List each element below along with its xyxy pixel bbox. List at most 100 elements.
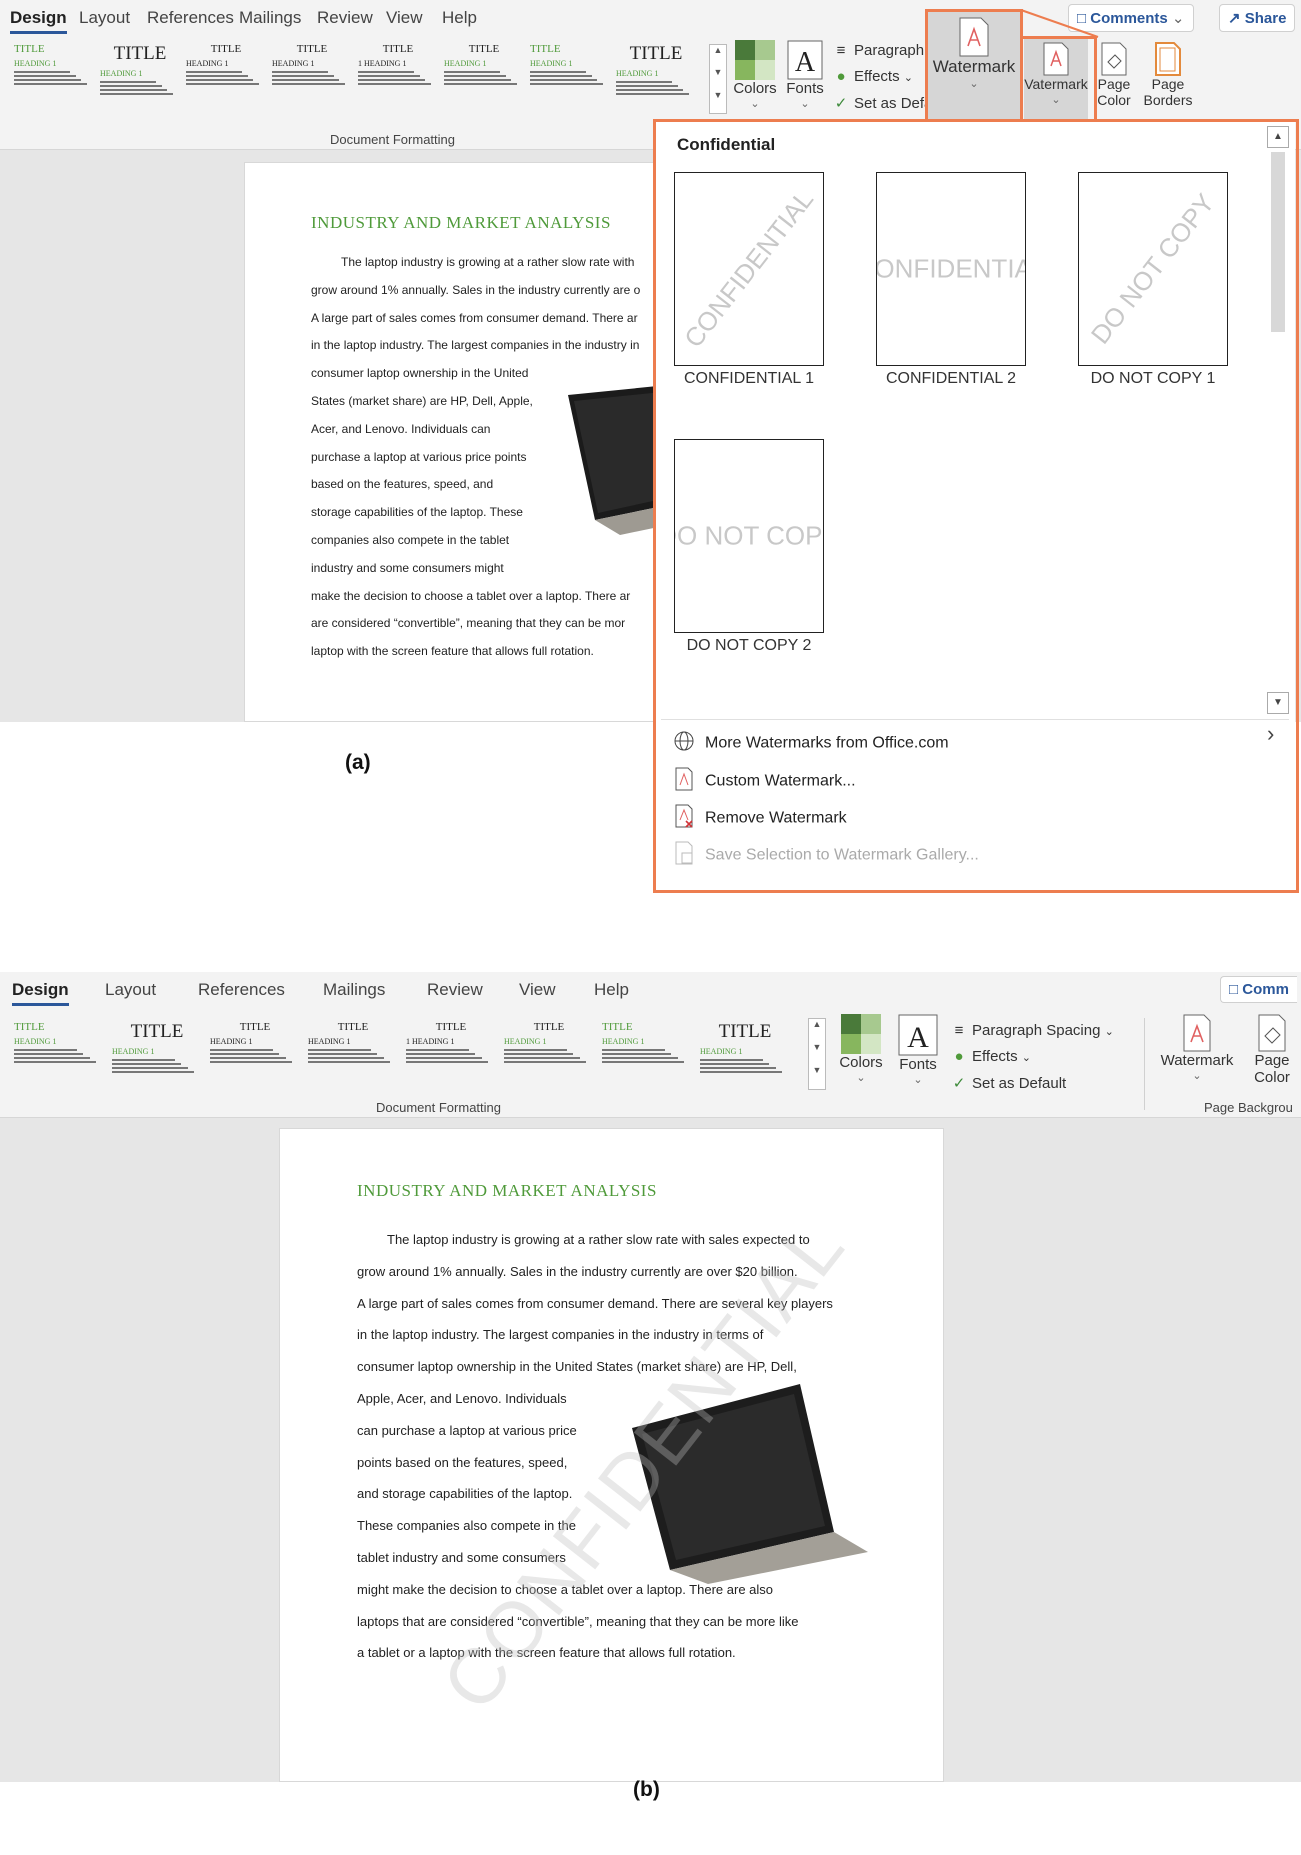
page-color-button[interactable]: Page Color	[1090, 36, 1138, 109]
watermark-small-highlight	[1020, 36, 1097, 124]
style-thumb-title: TITLE	[239, 1021, 271, 1033]
style-set-thumb[interactable]: TITLE HEADING 1	[602, 1018, 692, 1090]
panel-b: Design Layout References Mailings Review…	[0, 972, 1301, 1805]
effects-label: Effects	[854, 68, 900, 85]
style-thumb-title: TITLE	[113, 43, 167, 64]
style-set-thumb[interactable]: TITLE HEADING 1	[14, 1018, 104, 1090]
document-text-line: points based on the features, speed,	[357, 1454, 568, 1470]
page-background-label: Page Backgrou	[1204, 1100, 1293, 1115]
document-text-line: industry and some consumers might	[311, 560, 504, 575]
style-set-thumb[interactable]: TITLE HEADING 1	[616, 40, 696, 112]
style-thumb-title: TITLE	[435, 1021, 467, 1033]
gallery-more-icon[interactable]: ▼	[809, 1065, 825, 1088]
colors-button[interactable]: Colors ⌄	[730, 40, 780, 110]
comments-label: Comments	[1090, 10, 1168, 27]
document-heading: INDUSTRY AND MARKET ANALYSIS	[357, 1181, 657, 1200]
style-thumb-title: TITLE	[382, 43, 414, 55]
tab-layout[interactable]: Layout	[105, 980, 156, 1000]
tab-references[interactable]: References	[198, 980, 285, 1000]
fonts-icon: A	[898, 1014, 938, 1056]
chevron-down-icon: ⌄	[750, 98, 760, 110]
effects-button[interactable]: ● Effects ⌄	[832, 68, 913, 85]
tab-review[interactable]: Review	[317, 8, 373, 28]
style-thumb-title: TITLE	[629, 43, 683, 64]
scroll-down-icon[interactable]: ▼	[809, 1042, 825, 1065]
tab-design[interactable]: Design	[12, 980, 69, 1006]
style-set-thumb[interactable]: TITLE HEADING 1	[14, 40, 94, 112]
tab-review[interactable]: Review	[427, 980, 483, 1000]
document-page[interactable]: INDUSTRY AND MARKET ANALYSIS The laptop …	[244, 162, 665, 722]
document-text-line: The laptop industry is growing at a rath…	[341, 255, 635, 269]
share-button[interactable]: ↗ Share	[1219, 4, 1296, 32]
page-borders-button[interactable]: Page Borders	[1142, 36, 1194, 109]
document-text-line: The laptop industry is growing at a rath…	[387, 1232, 810, 1247]
tab-help[interactable]: Help	[594, 980, 629, 1000]
document-text-line: laptop with the screen feature that allo…	[311, 644, 594, 659]
watermark-button[interactable]: Watermark ⌄	[1155, 1014, 1239, 1082]
tab-design[interactable]: Design	[10, 8, 67, 34]
style-thumb-heading: 1 HEADING 1	[406, 1037, 455, 1046]
set-as-default-label: Set as Defa	[854, 95, 933, 112]
share-label: Share	[1244, 10, 1287, 27]
style-set-thumb[interactable]: TITLE HEADING 1	[112, 1018, 202, 1090]
tab-mailings[interactable]: Mailings	[323, 980, 385, 1000]
style-thumb-title: TITLE	[337, 1021, 369, 1033]
chevron-down-icon: ⌄	[1192, 1070, 1202, 1082]
style-set-thumb[interactable]: TITLE 1 HEADING 1	[358, 40, 438, 112]
gallery-scroller[interactable]: ▲ ▼ ▼	[709, 44, 727, 114]
style-thumb-heading: HEADING 1	[14, 59, 57, 68]
paragraph-spacing-button[interactable]: ≡ Paragraph	[832, 42, 924, 59]
dropdown-highlight	[653, 119, 1299, 893]
style-set-thumb[interactable]: TITLE HEADING 1	[100, 40, 180, 112]
document-text-line: Acer, and Lenovo. Individuals can	[311, 421, 491, 436]
style-set-thumb[interactable]: TITLE HEADING 1	[186, 40, 266, 112]
document-text-line: are considered “convertible”, meaning th…	[311, 616, 626, 631]
tab-references[interactable]: References	[147, 8, 234, 28]
page-color-label: Page	[1097, 76, 1131, 92]
svg-text:A: A	[795, 47, 816, 78]
style-set-thumb[interactable]: TITLE HEADING 1	[272, 40, 352, 112]
colors-label: Colors	[733, 80, 777, 97]
watermark-highlight	[925, 9, 1023, 124]
page-borders-icon	[1155, 42, 1181, 76]
style-set-thumb[interactable]: TITLE HEADING 1	[700, 1018, 790, 1090]
fonts-button[interactable]: A Fonts ⌄	[782, 40, 828, 110]
style-thumb-heading: HEADING 1	[210, 1037, 253, 1046]
gallery-more-icon[interactable]: ▼	[710, 90, 726, 112]
tab-view[interactable]: View	[519, 980, 556, 1000]
page-color-label-2: Color	[1097, 92, 1131, 108]
chevron-down-icon: ⌄	[913, 1074, 923, 1086]
tab-view[interactable]: View	[386, 8, 423, 28]
scroll-up-icon[interactable]: ▲	[710, 45, 726, 67]
set-as-default-button[interactable]: ✓ Set as Default	[950, 1074, 1067, 1092]
tab-help[interactable]: Help	[442, 8, 477, 28]
style-thumb-heading: HEADING 1	[504, 1037, 547, 1046]
scroll-up-icon[interactable]: ▲	[809, 1019, 825, 1042]
document-text-line: States (market share) are HP, Dell, Appl…	[311, 394, 533, 408]
style-set-thumb[interactable]: TITLE HEADING 1	[504, 1018, 594, 1090]
tab-layout[interactable]: Layout	[79, 8, 130, 28]
page-color-button[interactable]: Page Color	[1246, 1014, 1298, 1086]
gallery-scroller[interactable]: ▲ ▼ ▼	[808, 1018, 826, 1090]
effects-button[interactable]: ● Effects ⌄	[950, 1048, 1031, 1065]
document-heading: INDUSTRY AND MARKET ANALYSIS	[311, 213, 611, 232]
fonts-button[interactable]: A Fonts ⌄	[893, 1014, 943, 1086]
style-set-thumb[interactable]: TITLE HEADING 1	[308, 1018, 398, 1090]
tab-mailings[interactable]: Mailings	[239, 8, 301, 28]
style-thumb-heading: HEADING 1	[186, 59, 229, 68]
style-set-thumb[interactable]: TITLE HEADING 1	[530, 40, 610, 112]
style-thumb-heading: HEADING 1	[14, 1037, 57, 1046]
document-text-line: consumer laptop ownership in the United	[311, 366, 529, 381]
colors-button[interactable]: Colors ⌄	[835, 1014, 887, 1084]
style-set-thumb[interactable]: TITLE 1 HEADING 1	[406, 1018, 496, 1090]
style-set-thumb[interactable]: TITLE HEADING 1	[210, 1018, 300, 1090]
document-page[interactable]: INDUSTRY AND MARKET ANALYSIS The laptop …	[279, 1128, 944, 1782]
set-as-default-button[interactable]: ✓ Set as Defa	[832, 94, 933, 112]
paragraph-spacing-button[interactable]: ≡ Paragraph Spacing ⌄	[950, 1022, 1114, 1039]
paragraph-spacing-label: Paragraph Spacing	[972, 1022, 1101, 1039]
chevron-down-icon: ⌄	[856, 1072, 866, 1084]
scroll-down-icon[interactable]: ▼	[710, 67, 726, 89]
page-color-icon	[1258, 1014, 1286, 1052]
style-set-thumb[interactable]: TITLE HEADING 1	[444, 40, 524, 112]
comments-button[interactable]: □ Comm	[1220, 976, 1297, 1003]
